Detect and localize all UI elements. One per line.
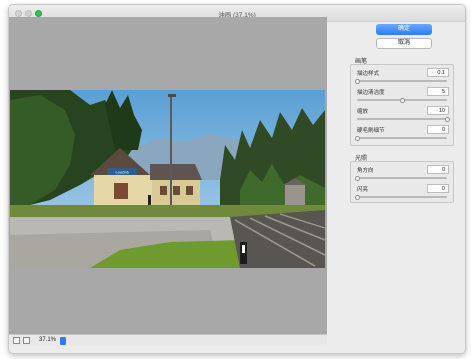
slider-track[interactable] [357,118,447,120]
param-label: 闪亮 [357,187,369,193]
zoom-out-icon[interactable] [13,337,20,344]
param-label: 硬毛刷细节 [357,128,385,134]
lighting-group: 角方向 0 闪亮 0 [350,161,454,203]
slider-thumb[interactable] [355,175,360,181]
slider-track[interactable] [357,80,447,82]
slider-thumb[interactable] [355,194,360,200]
param-value-input[interactable]: 0 [427,165,449,174]
param-value-input[interactable]: 0 [427,125,449,134]
ok-button[interactable]: 确定 [376,24,432,35]
preview-canvas[interactable]: Loučná [9,17,327,335]
slider-track[interactable] [357,177,447,179]
cancel-button[interactable]: 取消 [376,38,432,49]
slider-track[interactable] [357,137,447,139]
param-label: 描边清洁度 [357,90,385,96]
slider-thumb[interactable] [355,78,360,84]
slider-thumb[interactable] [400,97,405,103]
preview-photo: Loučná [10,90,325,268]
zoom-stepper[interactable] [60,337,66,345]
slider-thumb[interactable] [355,135,360,141]
status-bar: 37.1% [9,334,327,346]
param-value-input[interactable]: 10 [427,106,449,115]
param-value-input[interactable]: 5 [427,87,449,96]
zoom-level: 37.1% [39,337,57,343]
param-value-input[interactable]: 0 [427,184,449,193]
param-label: 缩放 [357,109,369,115]
slider-thumb[interactable] [445,116,450,122]
param-label: 角方向 [357,168,374,174]
param-label: 描边样式 [357,71,380,77]
brush-group: 描边样式 0.1 描边清洁度 5 缩放 10 硬毛刷细节 0 [350,64,454,146]
param-value-input[interactable]: 0.1 [427,68,449,77]
slider-track[interactable] [357,196,447,198]
zoom-in-icon[interactable] [23,337,30,344]
station-sign: Loučná [115,170,129,175]
